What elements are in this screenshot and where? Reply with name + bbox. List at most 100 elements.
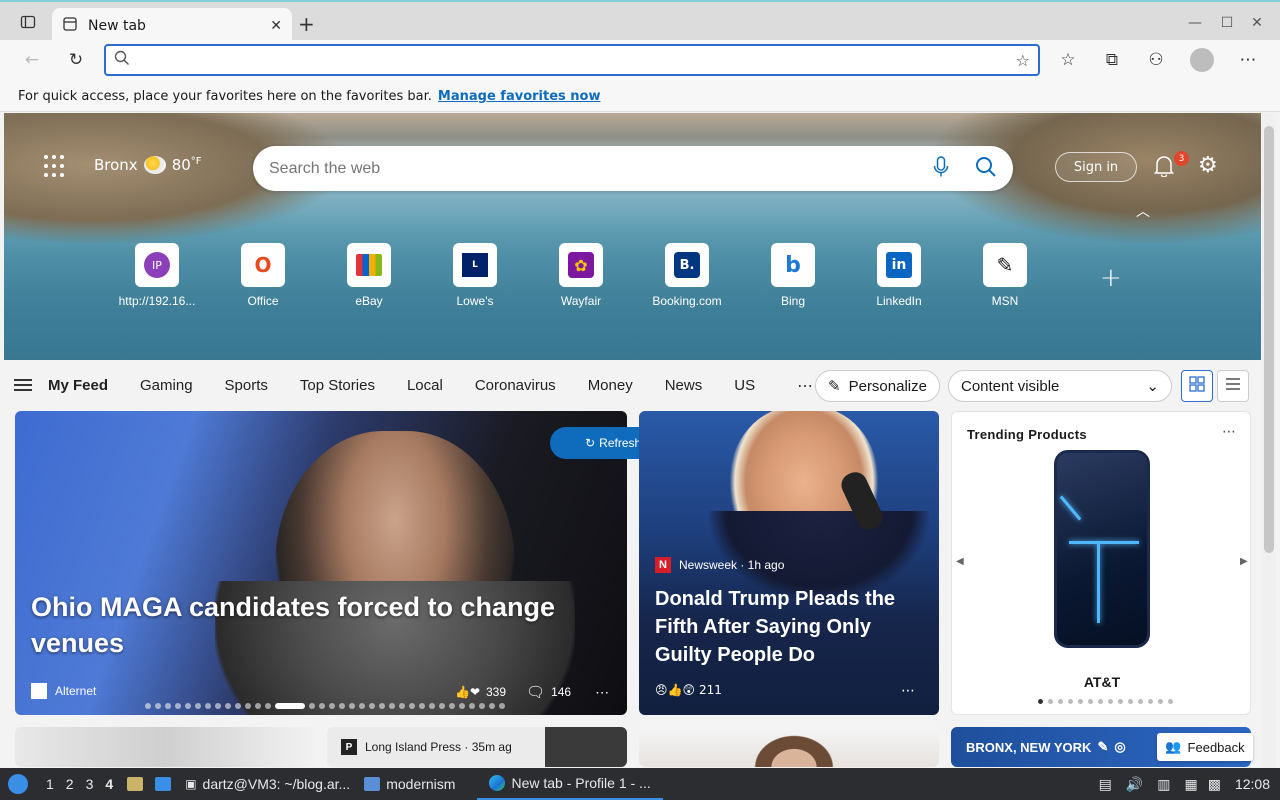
carousel-indicator[interactable] (145, 703, 505, 709)
edit-location-icon[interactable]: ✎ (1097, 739, 1108, 755)
sign-in-button[interactable]: Sign in (1055, 152, 1137, 182)
tray-display-icon[interactable]: ▦ (1184, 776, 1197, 793)
ip-site-icon: IP (135, 243, 179, 287)
task-browser[interactable]: New tab - Profile 1 - ... (477, 768, 663, 800)
story-headline[interactable]: Ohio MAGA candidates forced to change ve… (31, 589, 611, 661)
tray-network-icon[interactable]: ▩ (1208, 776, 1221, 793)
feed-tab-local[interactable]: Local (407, 377, 443, 394)
apps-grid-icon[interactable] (44, 155, 68, 179)
trending-carousel-dots[interactable] (1038, 699, 1173, 704)
chevron-down-icon: ⌄ (1146, 378, 1159, 395)
grid-view-button[interactable] (1181, 370, 1213, 402)
manage-favorites-link[interactable]: Manage favorites now (438, 89, 601, 104)
feed-tab-my-feed[interactable]: My Feed (48, 377, 108, 394)
tab-close-icon[interactable]: ✕ (270, 18, 282, 34)
workspace-1[interactable]: 1 (46, 776, 54, 792)
story-card-peek[interactable] (15, 727, 315, 767)
feed-tab-news[interactable]: News (665, 377, 703, 394)
extensions-icon[interactable]: ⚇ (1142, 46, 1170, 74)
feed-tab-us[interactable]: US (734, 377, 755, 394)
story-source-name: Alternet (55, 684, 97, 698)
feedback-icon: 👥 (1165, 739, 1182, 754)
web-search-icon[interactable] (975, 156, 997, 182)
feedback-label: Feedback (1187, 739, 1245, 755)
refresh-icon[interactable]: ↻ (62, 46, 90, 74)
carousel-next-icon[interactable]: ▶ (1240, 556, 1248, 567)
weather-location: Bronx (94, 156, 138, 174)
collections-icon[interactable]: ⧉ (1098, 46, 1126, 74)
tab-new-tab[interactable]: New tab ✕ (52, 8, 292, 44)
volume-icon[interactable]: 🔊 (1126, 776, 1143, 793)
tray-clipboard-icon[interactable]: ▤ (1099, 776, 1112, 793)
story2-headline[interactable]: Donald Trump Pleads the Fifth After Sayi… (655, 585, 925, 669)
feed-tab-sports[interactable]: Sports (225, 377, 268, 394)
quick-link-ebay[interactable]: eBay (316, 243, 422, 308)
story-more-icon[interactable]: ⋯ (595, 684, 609, 701)
feed-tab-top-stories[interactable]: Top Stories (300, 377, 375, 394)
page-settings-icon[interactable]: ⚙ (1198, 153, 1218, 178)
workspace-2[interactable]: 2 (66, 776, 74, 792)
maximize-icon[interactable]: ☐ (1216, 12, 1238, 34)
close-window-icon[interactable]: ✕ (1246, 12, 1268, 34)
workspace-3[interactable]: 3 (86, 776, 94, 792)
favorites-bar: For quick access, place your favorites h… (0, 82, 1280, 112)
trending-more-icon[interactable]: ⋯ (1222, 424, 1236, 440)
collapse-chevron-icon[interactable]: ︿ (1136, 201, 1150, 221)
start-menu-icon[interactable] (8, 774, 28, 794)
story-card-peek[interactable] (639, 727, 939, 767)
web-search-input[interactable] (269, 159, 933, 178)
trending-product-name[interactable]: AT&T (952, 674, 1250, 690)
workspace-4[interactable]: 4 (105, 776, 113, 792)
story-card-peek[interactable]: P Long Island Press · 35m ag (327, 727, 627, 767)
more-tabs-icon[interactable]: ⋯ (797, 376, 813, 395)
story-reactions[interactable]: 👍❤ 339 🗨 146 ⋯ (455, 683, 609, 702)
file-manager-launcher-icon[interactable] (127, 777, 144, 791)
minimize-icon[interactable]: — (1184, 12, 1206, 34)
carousel-prev-icon[interactable]: ◀ (956, 556, 964, 567)
quick-link-wayfair[interactable]: ✿ Wayfair (528, 243, 634, 308)
quick-link-ip[interactable]: IP http://192.16... (104, 243, 210, 308)
list-view-button[interactable] (1217, 370, 1249, 402)
content-visibility-select[interactable]: Content visible ⌄ (948, 370, 1172, 402)
menu-hamburger-icon[interactable] (14, 379, 32, 391)
favorites-icon[interactable]: ☆ (1054, 46, 1082, 74)
task-terminal-label: dartz@VM3: ~/blog.ar... (202, 776, 351, 792)
top-story-card[interactable]: Ohio MAGA candidates forced to change ve… (15, 411, 627, 715)
quick-link-office[interactable]: O Office (210, 243, 316, 308)
add-quick-link-icon[interactable]: + (1100, 263, 1122, 293)
task-folder[interactable]: modernism (364, 776, 455, 792)
weather-widget[interactable]: Bronx 80°F (94, 156, 202, 174)
quick-link-bing[interactable]: b Bing (740, 243, 846, 308)
web-search-box[interactable] (253, 146, 1013, 191)
tray-notes-icon[interactable]: ▥ (1157, 776, 1170, 793)
address-bar[interactable]: ☆ (104, 44, 1040, 76)
quick-link-booking[interactable]: B. Booking.com (634, 243, 740, 308)
ebay-bag-icon (347, 243, 391, 287)
trending-products-card[interactable]: Trending Products ⋯ ◀ ▶ AT&T (951, 411, 1251, 715)
content-visible-label: Content visible (961, 377, 1060, 395)
back-icon[interactable]: ← (18, 46, 46, 74)
quick-link-msn[interactable]: ✎ MSN (952, 243, 1058, 308)
personalize-button[interactable]: ✎ Personalize (815, 370, 940, 402)
address-input[interactable] (142, 52, 1016, 68)
feed-tab-money[interactable]: Money (588, 377, 633, 394)
second-story-card[interactable]: N Newsweek · 1h ago Donald Trump Pleads … (639, 411, 939, 715)
story2-more-icon[interactable]: ⋯ (901, 683, 915, 699)
feed-tab-coronavirus[interactable]: Coronavirus (475, 377, 556, 394)
scrollbar-thumb[interactable] (1264, 126, 1274, 553)
newsweek-logo-icon: N (655, 557, 671, 573)
profile-avatar[interactable] (1190, 48, 1214, 72)
feedback-button[interactable]: 👥 Feedback (1157, 733, 1253, 761)
task-terminal[interactable]: ▣ dartz@VM3: ~/blog.ar... (185, 776, 350, 792)
microphone-icon[interactable] (933, 155, 949, 182)
feed-tab-gaming[interactable]: Gaming (140, 377, 193, 394)
story2-reactions[interactable]: 😠👍😲 211 (655, 683, 722, 697)
quick-link-linkedin[interactable]: in LinkedIn (846, 243, 952, 308)
emoji-reactions-icon: 😠👍😲 (655, 683, 695, 697)
settings-more-icon[interactable]: ⋯ (1234, 46, 1262, 74)
add-favorite-icon[interactable]: ☆ (1016, 51, 1030, 70)
new-tab-button[interactable]: + (298, 12, 315, 36)
tab-actions-icon[interactable] (14, 8, 42, 36)
desktop-launcher-icon[interactable] (155, 777, 172, 791)
quick-link-lowes[interactable]: L Lowe's (422, 243, 528, 308)
